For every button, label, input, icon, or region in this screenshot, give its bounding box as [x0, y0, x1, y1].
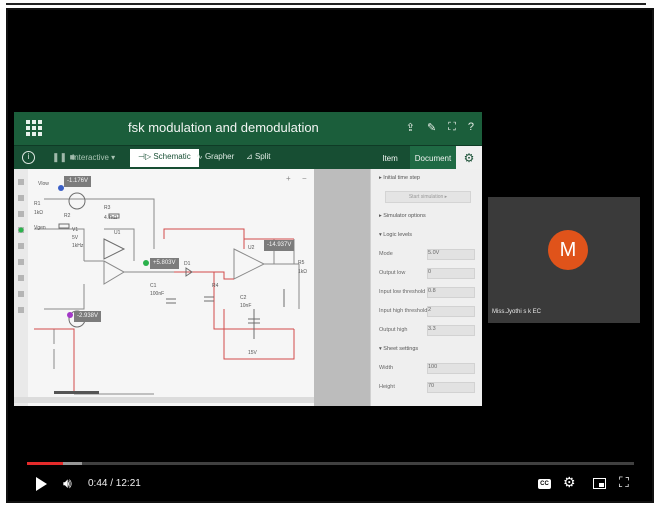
- panel-row-width: Width 100: [371, 359, 482, 378]
- svg-text:R2: R2: [64, 213, 71, 219]
- mode-dropdown[interactable]: Interactive ▾: [72, 153, 115, 162]
- info-icon[interactable]: i: [22, 151, 35, 164]
- panel-row-sheet-settings[interactable]: ▾ Sheet settings: [371, 340, 482, 359]
- panel-row-input-low: Input low threshold 0.8: [371, 283, 482, 302]
- probe-label: -2.938V: [74, 311, 102, 322]
- participant-avatar: M: [548, 230, 588, 270]
- mode-field[interactable]: 5.0V: [427, 249, 475, 260]
- panel-row-input-high: Input high threshold 2: [371, 302, 482, 321]
- svg-text:10nF: 10nF: [240, 303, 251, 309]
- svg-text:V1: V1: [72, 227, 78, 233]
- svg-text:4.7kΩ: 4.7kΩ: [104, 215, 117, 221]
- svg-text:Vgen: Vgen: [34, 225, 46, 231]
- apps-grid-icon[interactable]: [26, 120, 42, 136]
- probe-label: -14.937V: [264, 240, 295, 251]
- svg-text:100nF: 100nF: [150, 291, 164, 297]
- svg-text:U1: U1: [114, 230, 121, 236]
- captions-icon[interactable]: CC: [538, 479, 551, 489]
- fullscreen-icon[interactable]: ⛶: [448, 121, 456, 134]
- svg-text:15V: 15V: [248, 350, 258, 356]
- svg-text:R3: R3: [104, 205, 111, 211]
- svg-text:R5: R5: [298, 260, 305, 266]
- volume-icon[interactable]: 🔊︎: [63, 475, 72, 491]
- app-toolbar: i ❚❚ ■ Interactive ▾ ⊣▷ Schematic ∿ Grap…: [14, 145, 482, 170]
- svg-text:1kHz: 1kHz: [72, 243, 84, 249]
- panel-row-mode: Mode 5.0V: [371, 245, 482, 264]
- settings-gear-icon[interactable]: ⚙: [563, 474, 576, 490]
- panel-row-simulator-options[interactable]: ▸ Simulator options: [371, 207, 482, 226]
- app-bar-icons: ⇪ ✎ ⛶ ?: [406, 121, 474, 134]
- properties-panel: ▸ Initial time step Start simulation ▸ ▸…: [370, 169, 482, 406]
- tab-document[interactable]: Document: [410, 146, 456, 170]
- panel-row-initial-time-step[interactable]: ▸ Initial time step: [371, 169, 482, 188]
- canvas-scroll-area[interactable]: [314, 169, 370, 406]
- svg-text:U2: U2: [248, 245, 255, 251]
- split-icon: ⊿: [246, 152, 255, 161]
- app-title: fsk modulation and demodulation: [128, 120, 319, 135]
- svg-text:R4: R4: [212, 283, 219, 289]
- svg-text:1kΩ: 1kΩ: [298, 269, 307, 275]
- panel-row-height: Height 70: [371, 378, 482, 397]
- edit-icon[interactable]: ✎: [427, 121, 436, 134]
- input-low-field[interactable]: 0.8: [427, 287, 475, 298]
- play-icon[interactable]: [36, 477, 47, 491]
- svg-text:R1: R1: [34, 201, 41, 207]
- zoom-out-icon[interactable]: −: [302, 174, 307, 183]
- help-icon[interactable]: ?: [468, 121, 474, 134]
- zoom-in-icon[interactable]: +: [286, 174, 291, 183]
- height-field[interactable]: 70: [427, 382, 475, 393]
- time-display: 0:44 / 12:21: [88, 478, 141, 489]
- top-border: [6, 3, 646, 5]
- svg-text:1kΩ: 1kΩ: [34, 210, 43, 216]
- panel-row-output-high: Output high 3.3: [371, 321, 482, 340]
- probe-label: -1.176V: [64, 176, 92, 187]
- settings-gear-icon[interactable]: ⚙: [456, 146, 482, 170]
- share-icon[interactable]: ⇪: [406, 121, 415, 134]
- output-low-field[interactable]: 0: [427, 268, 475, 279]
- miniplayer-icon[interactable]: [593, 478, 606, 489]
- app-bar: fsk modulation and demodulation ⇪ ✎ ⛶ ?: [14, 112, 482, 145]
- schematic-canvas[interactable]: Vlow R1 1kΩ Vgen R2 V1 5V 1kHz R3 4.7kΩ U1 C1…: [14, 169, 314, 406]
- probe-label: +5.803V: [150, 258, 179, 269]
- svg-text:C2: C2: [240, 295, 247, 301]
- panel-row-output-low: Output low 0: [371, 264, 482, 283]
- input-high-field[interactable]: 2: [427, 306, 475, 317]
- shared-screen[interactable]: fsk modulation and demodulation ⇪ ✎ ⛶ ? …: [14, 112, 482, 406]
- progress-played: [27, 462, 64, 465]
- progress-bar[interactable]: [27, 462, 634, 465]
- width-field[interactable]: 100: [427, 363, 475, 374]
- tab-split[interactable]: ⊿ Split: [238, 149, 279, 167]
- tab-grapher[interactable]: ∿ Grapher: [188, 149, 242, 167]
- tab-item[interactable]: Item: [370, 146, 410, 170]
- svg-text:5V: 5V: [72, 235, 79, 241]
- svg-text:Vlow: Vlow: [38, 181, 49, 187]
- svg-text:C1: C1: [150, 283, 157, 289]
- svg-text:D1: D1: [184, 261, 191, 267]
- start-simulation-button[interactable]: Start simulation ▸: [385, 191, 471, 203]
- schematic-icon: ⊣▷: [138, 152, 154, 161]
- circuit-diagram: Vlow R1 1kΩ Vgen R2 V1 5V 1kHz R3 4.7kΩ U1 C1…: [14, 169, 314, 406]
- wave-icon: ∿: [196, 152, 205, 161]
- participant-name: Miss.Jyothi s k EC: [492, 309, 542, 315]
- fullscreen-icon[interactable]: ⛶: [619, 474, 629, 490]
- output-high-field[interactable]: 3.3: [427, 325, 475, 336]
- panel-row-logic-levels[interactable]: ▾ Logic levels: [371, 226, 482, 245]
